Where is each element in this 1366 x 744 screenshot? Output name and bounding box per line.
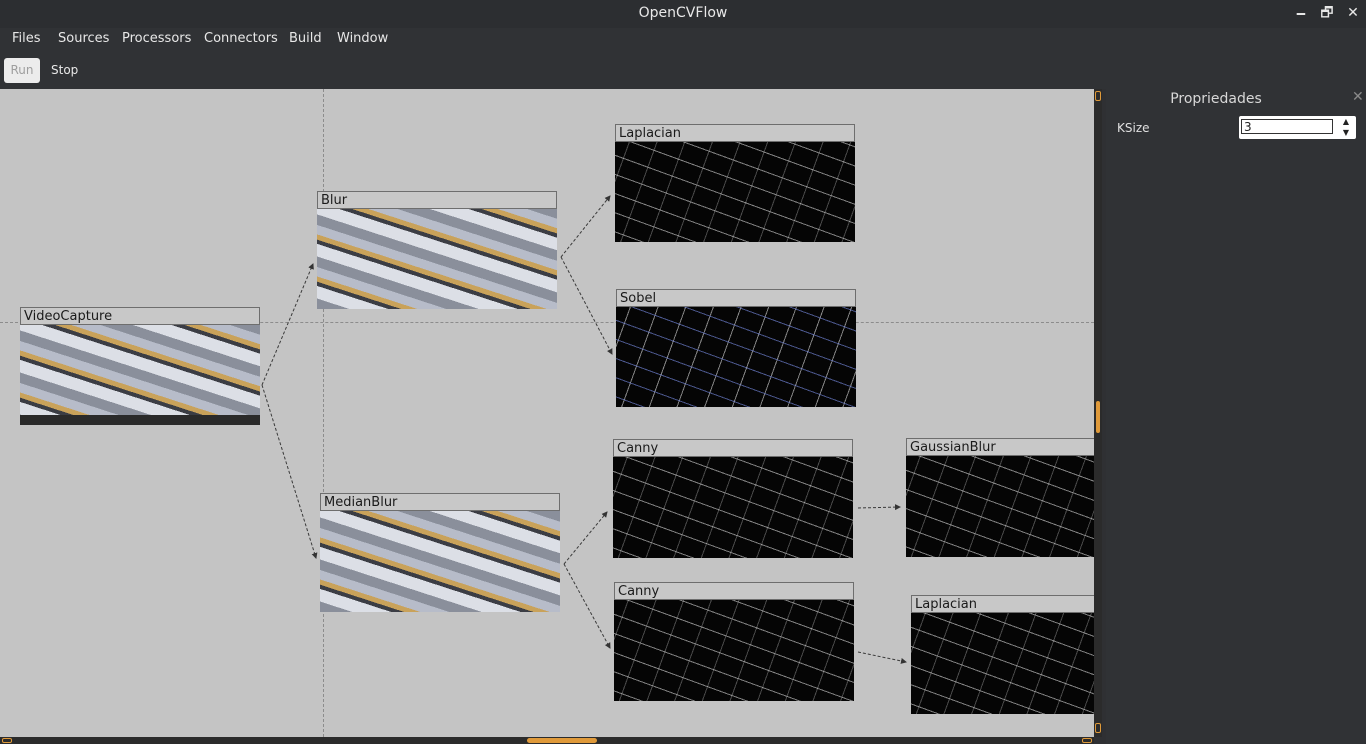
node-title: Sobel <box>616 289 856 307</box>
node-blur[interactable]: Blur <box>317 191 557 309</box>
ksize-spinbox[interactable]: ▲ ▼ <box>1239 116 1356 139</box>
node-gaussianblur[interactable]: GaussianBlur <box>906 438 1094 557</box>
node-canny[interactable]: Canny <box>613 439 853 558</box>
scroll-down-button[interactable] <box>1095 723 1101 733</box>
menu-processors[interactable]: Processors <box>122 31 191 46</box>
title-bar: OpenCVFlow 🗕 🗗 ✕ <box>0 0 1366 28</box>
node-preview-image <box>911 613 1094 714</box>
node-title: GaussianBlur <box>906 438 1094 456</box>
connection-line <box>857 504 901 511</box>
restore-icon[interactable]: 🗗 <box>1316 2 1338 24</box>
node-sobel[interactable]: Sobel <box>616 289 856 407</box>
node-preview-image <box>616 307 856 407</box>
connection-line <box>563 563 611 649</box>
node-preview-image <box>20 325 260 425</box>
menu-connectors[interactable]: Connectors <box>204 31 278 46</box>
menu-files[interactable]: Files <box>12 31 41 46</box>
flow-canvas[interactable]: VideoCapture Blur MedianBlur Laplacian S… <box>0 89 1094 737</box>
scroll-left-button[interactable] <box>2 738 12 743</box>
connection-line <box>563 511 608 565</box>
horizontal-scrollbar[interactable] <box>0 737 1094 744</box>
node-medianblur[interactable]: MedianBlur <box>320 493 560 612</box>
node-laplacian[interactable]: Laplacian <box>615 124 855 242</box>
ksize-label: KSize <box>1117 121 1150 135</box>
run-button[interactable]: Run <box>4 58 40 83</box>
connection-line <box>261 384 318 559</box>
spin-down-icon[interactable]: ▼ <box>1338 127 1354 138</box>
menu-window[interactable]: Window <box>337 31 388 46</box>
node-title: Canny <box>613 439 853 457</box>
menu-build[interactable]: Build <box>289 31 322 46</box>
node-preview-image <box>906 456 1094 557</box>
properties-title: Propriedades <box>1170 91 1262 107</box>
close-icon[interactable]: ✕ <box>1342 2 1364 24</box>
node-canny[interactable]: Canny <box>614 582 854 701</box>
ksize-input[interactable] <box>1241 119 1333 134</box>
connection-line <box>261 263 314 386</box>
properties-panel: Propriedades ✕ KSize ▲ ▼ <box>1106 89 1366 744</box>
spin-up-icon[interactable]: ▲ <box>1338 116 1354 127</box>
connection-line <box>857 651 907 664</box>
vertical-scrollbar[interactable] <box>1094 89 1102 737</box>
node-title: MedianBlur <box>320 493 560 511</box>
menu-bar: Files Sources Processors Connectors Buil… <box>0 28 1366 50</box>
vertical-scroll-thumb[interactable] <box>1096 401 1100 433</box>
close-icon[interactable]: ✕ <box>1352 89 1364 105</box>
toolbar: Run Stop <box>0 50 1366 89</box>
node-preview-image <box>614 600 854 701</box>
menu-sources[interactable]: Sources <box>58 31 109 46</box>
node-laplacian[interactable]: Laplacian <box>911 595 1094 714</box>
node-preview-image <box>317 209 557 309</box>
node-title: VideoCapture <box>20 307 260 325</box>
connection-line <box>560 256 613 355</box>
connection-line <box>560 195 611 258</box>
scroll-up-button[interactable] <box>1095 91 1101 101</box>
minimize-icon[interactable]: 🗕 <box>1290 2 1312 24</box>
node-preview-image <box>613 457 853 558</box>
node-preview-image <box>320 511 560 612</box>
node-title: Laplacian <box>911 595 1094 613</box>
horizontal-scroll-thumb[interactable] <box>527 738 597 743</box>
node-title: Canny <box>614 582 854 600</box>
node-title: Blur <box>317 191 557 209</box>
stop-button[interactable]: Stop <box>51 63 78 77</box>
node-title: Laplacian <box>615 124 855 142</box>
node-videocapture[interactable]: VideoCapture <box>20 307 260 425</box>
window-title: OpenCVFlow <box>638 5 728 21</box>
node-preview-image <box>615 142 855 242</box>
scroll-right-button[interactable] <box>1082 738 1092 743</box>
